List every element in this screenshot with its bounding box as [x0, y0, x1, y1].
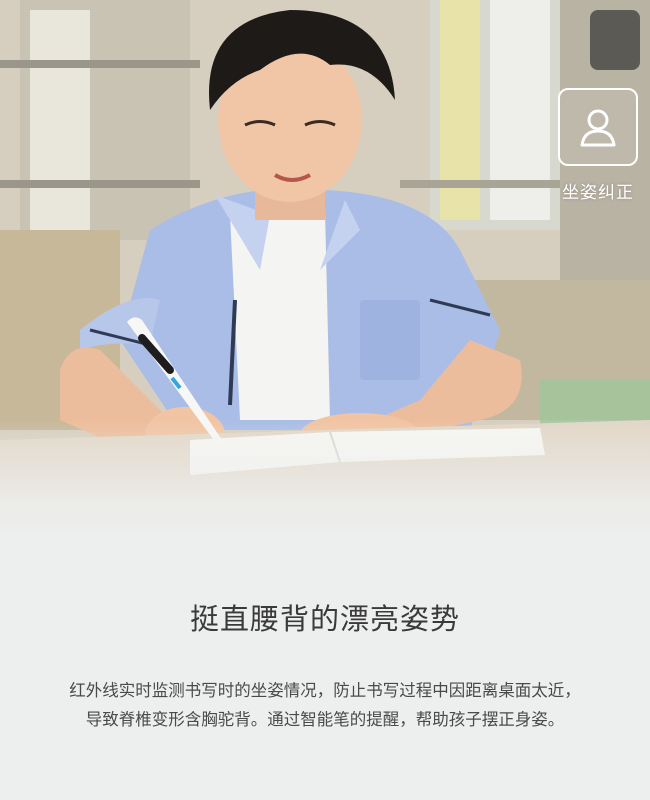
- hero-photo: [0, 0, 650, 540]
- posture-correction-badge[interactable]: [558, 88, 638, 166]
- page-title: 挺直腰背的漂亮姿势: [189, 602, 460, 636]
- description: 红外线实时监测书写时的坐姿情况，防止书写过程中因距离桌面太近， 导致脊椎变形含胸…: [14, 676, 636, 734]
- hero-fade-overlay: [0, 420, 650, 540]
- person-icon: [580, 109, 616, 147]
- description-line: 红外线实时监测书写时的坐姿情况，防止书写过程中因距离桌面太近，: [69, 681, 581, 700]
- posture-correction-label: 坐姿纠正: [562, 183, 634, 203]
- description-line: 导致脊椎变形含胸驼背。通过智能笔的提醒，帮助孩子摆正身姿。: [85, 710, 565, 729]
